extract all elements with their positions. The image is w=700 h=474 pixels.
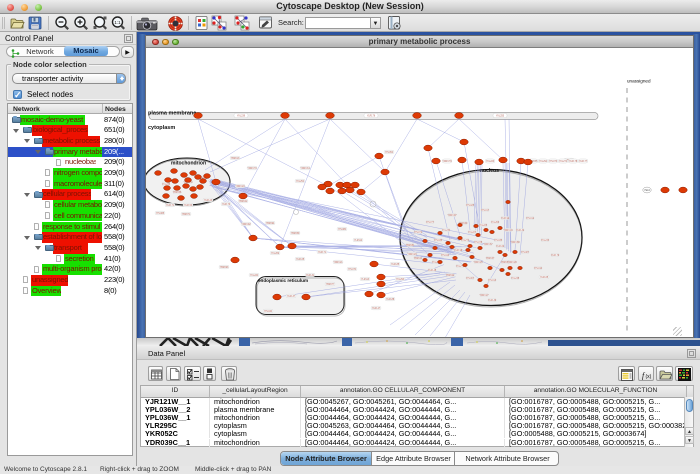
svg-text:YLR177: YLR177 bbox=[579, 161, 588, 163]
svg-text:YLR165: YLR165 bbox=[296, 259, 305, 261]
svg-text:mitochondrion: mitochondrion bbox=[171, 161, 206, 167]
svg-text:YLR192: YLR192 bbox=[501, 218, 510, 220]
svg-text:YDRC34: YDRC34 bbox=[300, 168, 310, 170]
svg-text:YPL025: YPL025 bbox=[466, 205, 475, 207]
svg-text:YPL017: YPL017 bbox=[481, 210, 490, 212]
svg-text:YLR171: YLR171 bbox=[318, 252, 327, 254]
svg-text:YKL238: YKL238 bbox=[511, 278, 520, 280]
svg-text:YDRC20: YDRC20 bbox=[235, 186, 245, 188]
svg-text:YDRC21: YDRC21 bbox=[333, 262, 343, 264]
svg-text:YKL227: YKL227 bbox=[468, 232, 477, 234]
svg-text:YBR042: YBR042 bbox=[239, 201, 248, 203]
svg-text:YPL054: YPL054 bbox=[385, 152, 394, 154]
svg-text:YKL293: YKL293 bbox=[396, 279, 405, 281]
svg-text:YPL080: YPL080 bbox=[338, 229, 347, 231]
svg-text:YKL239: YKL239 bbox=[237, 116, 246, 118]
svg-text:YLR145: YLR145 bbox=[428, 270, 437, 272]
svg-text:YKL226: YKL226 bbox=[486, 161, 495, 163]
svg-text:YLR188: YLR188 bbox=[386, 299, 395, 301]
svg-text:YLR176: YLR176 bbox=[367, 116, 376, 118]
svg-text:YKL255: YKL255 bbox=[496, 116, 505, 118]
svg-text:YLR178: YLR178 bbox=[569, 161, 578, 163]
svg-text:YDRC67: YDRC67 bbox=[483, 244, 493, 246]
svg-text:YDRC70: YDRC70 bbox=[247, 168, 257, 170]
svg-text:YLR185: YLR185 bbox=[391, 264, 400, 266]
svg-text:YBR093: YBR093 bbox=[220, 267, 229, 269]
svg-text:YDRC29: YDRC29 bbox=[407, 254, 417, 256]
svg-text:YBR022: YBR022 bbox=[446, 275, 455, 277]
svg-text:YLR153: YLR153 bbox=[184, 205, 193, 207]
svg-text:YBR013: YBR013 bbox=[231, 158, 240, 160]
svg-text:YLR113: YLR113 bbox=[361, 279, 370, 281]
svg-text:YBR071: YBR071 bbox=[182, 214, 191, 216]
svg-text:YLR130: YLR130 bbox=[488, 300, 497, 302]
svg-text:YLR171: YLR171 bbox=[166, 205, 175, 207]
svg-text:YBR041: YBR041 bbox=[414, 258, 423, 260]
svg-text:YBR077: YBR077 bbox=[326, 284, 335, 286]
svg-text:endoplasmic reticulum: endoplasmic reticulum bbox=[258, 278, 308, 283]
svg-text:YKL254: YKL254 bbox=[296, 181, 305, 183]
svg-text:unassigned: unassigned bbox=[627, 79, 651, 84]
svg-text:YBR037: YBR037 bbox=[486, 258, 495, 260]
svg-text:YPL077: YPL077 bbox=[426, 222, 435, 224]
svg-text:YPL013: YPL013 bbox=[488, 280, 497, 282]
svg-text:YLR137: YLR137 bbox=[287, 296, 296, 298]
svg-text:YDRC27: YDRC27 bbox=[479, 295, 489, 297]
svg-text:YPL070: YPL070 bbox=[348, 269, 357, 271]
svg-text:YPL010: YPL010 bbox=[534, 268, 543, 270]
svg-text:YLR170: YLR170 bbox=[222, 204, 231, 206]
svg-text:YKL294: YKL294 bbox=[539, 161, 548, 163]
svg-text:YKL230: YKL230 bbox=[442, 230, 451, 232]
svg-text:YPL088: YPL088 bbox=[156, 213, 165, 215]
svg-text:YEL0: YEL0 bbox=[644, 189, 651, 192]
svg-text:cytoplasm: cytoplasm bbox=[148, 125, 175, 131]
svg-text:1:1: 1:1 bbox=[114, 20, 121, 25]
svg-text:YDRC25: YDRC25 bbox=[473, 262, 483, 264]
svg-text:YPL040: YPL040 bbox=[264, 311, 273, 313]
svg-text:YPL067: YPL067 bbox=[466, 278, 475, 280]
svg-text:YKL233: YKL233 bbox=[541, 240, 550, 242]
svg-text:YLR164: YLR164 bbox=[496, 246, 505, 248]
svg-text:YLR199: YLR199 bbox=[454, 250, 463, 252]
svg-text:YPL076: YPL076 bbox=[549, 161, 558, 163]
svg-text:YDRC92: YDRC92 bbox=[241, 224, 251, 226]
svg-text:YKL220: YKL220 bbox=[250, 275, 259, 277]
svg-text:YKL274: YKL274 bbox=[559, 161, 568, 163]
svg-text:YBR081: YBR081 bbox=[406, 245, 415, 247]
svg-text:YDRC19: YDRC19 bbox=[503, 230, 513, 232]
svg-text:YKL274: YKL274 bbox=[461, 240, 470, 242]
svg-text:YPL078: YPL078 bbox=[474, 242, 483, 244]
svg-text:YLR112: YLR112 bbox=[354, 240, 363, 242]
svg-text:YPL035: YPL035 bbox=[434, 240, 443, 242]
svg-text:YLR170: YLR170 bbox=[551, 255, 560, 257]
svg-text:YLR132: YLR132 bbox=[516, 230, 525, 232]
svg-text:YDRC28: YDRC28 bbox=[507, 262, 517, 264]
svg-text:YDRC97: YDRC97 bbox=[447, 215, 457, 217]
svg-text:YLR165: YLR165 bbox=[540, 277, 549, 279]
svg-text:YPL012: YPL012 bbox=[526, 218, 535, 220]
svg-text:YBR094: YBR094 bbox=[266, 223, 275, 225]
svg-text:YKL266: YKL266 bbox=[491, 222, 500, 224]
svg-text:YKL225: YKL225 bbox=[479, 225, 488, 227]
svg-text:YPL087: YPL087 bbox=[521, 252, 530, 254]
svg-text:YDRC88: YDRC88 bbox=[510, 242, 520, 244]
svg-text:(x): (x) bbox=[645, 374, 651, 380]
svg-text:YBR056: YBR056 bbox=[173, 192, 182, 194]
svg-text:YLR131: YLR131 bbox=[306, 275, 315, 277]
svg-text:YBR059: YBR059 bbox=[291, 233, 300, 235]
svg-text:plasma membrane: plasma membrane bbox=[148, 111, 196, 117]
svg-text:YLR123: YLR123 bbox=[204, 200, 213, 202]
svg-text:YKL269: YKL269 bbox=[271, 253, 280, 255]
svg-text:nucleus: nucleus bbox=[480, 168, 499, 174]
svg-text:YLR147: YLR147 bbox=[372, 308, 381, 310]
svg-text:YPL035: YPL035 bbox=[494, 240, 503, 242]
svg-text:YPL043: YPL043 bbox=[441, 255, 450, 257]
svg-text:YDRC79: YDRC79 bbox=[442, 161, 452, 163]
svg-text:YPL071: YPL071 bbox=[414, 232, 423, 234]
